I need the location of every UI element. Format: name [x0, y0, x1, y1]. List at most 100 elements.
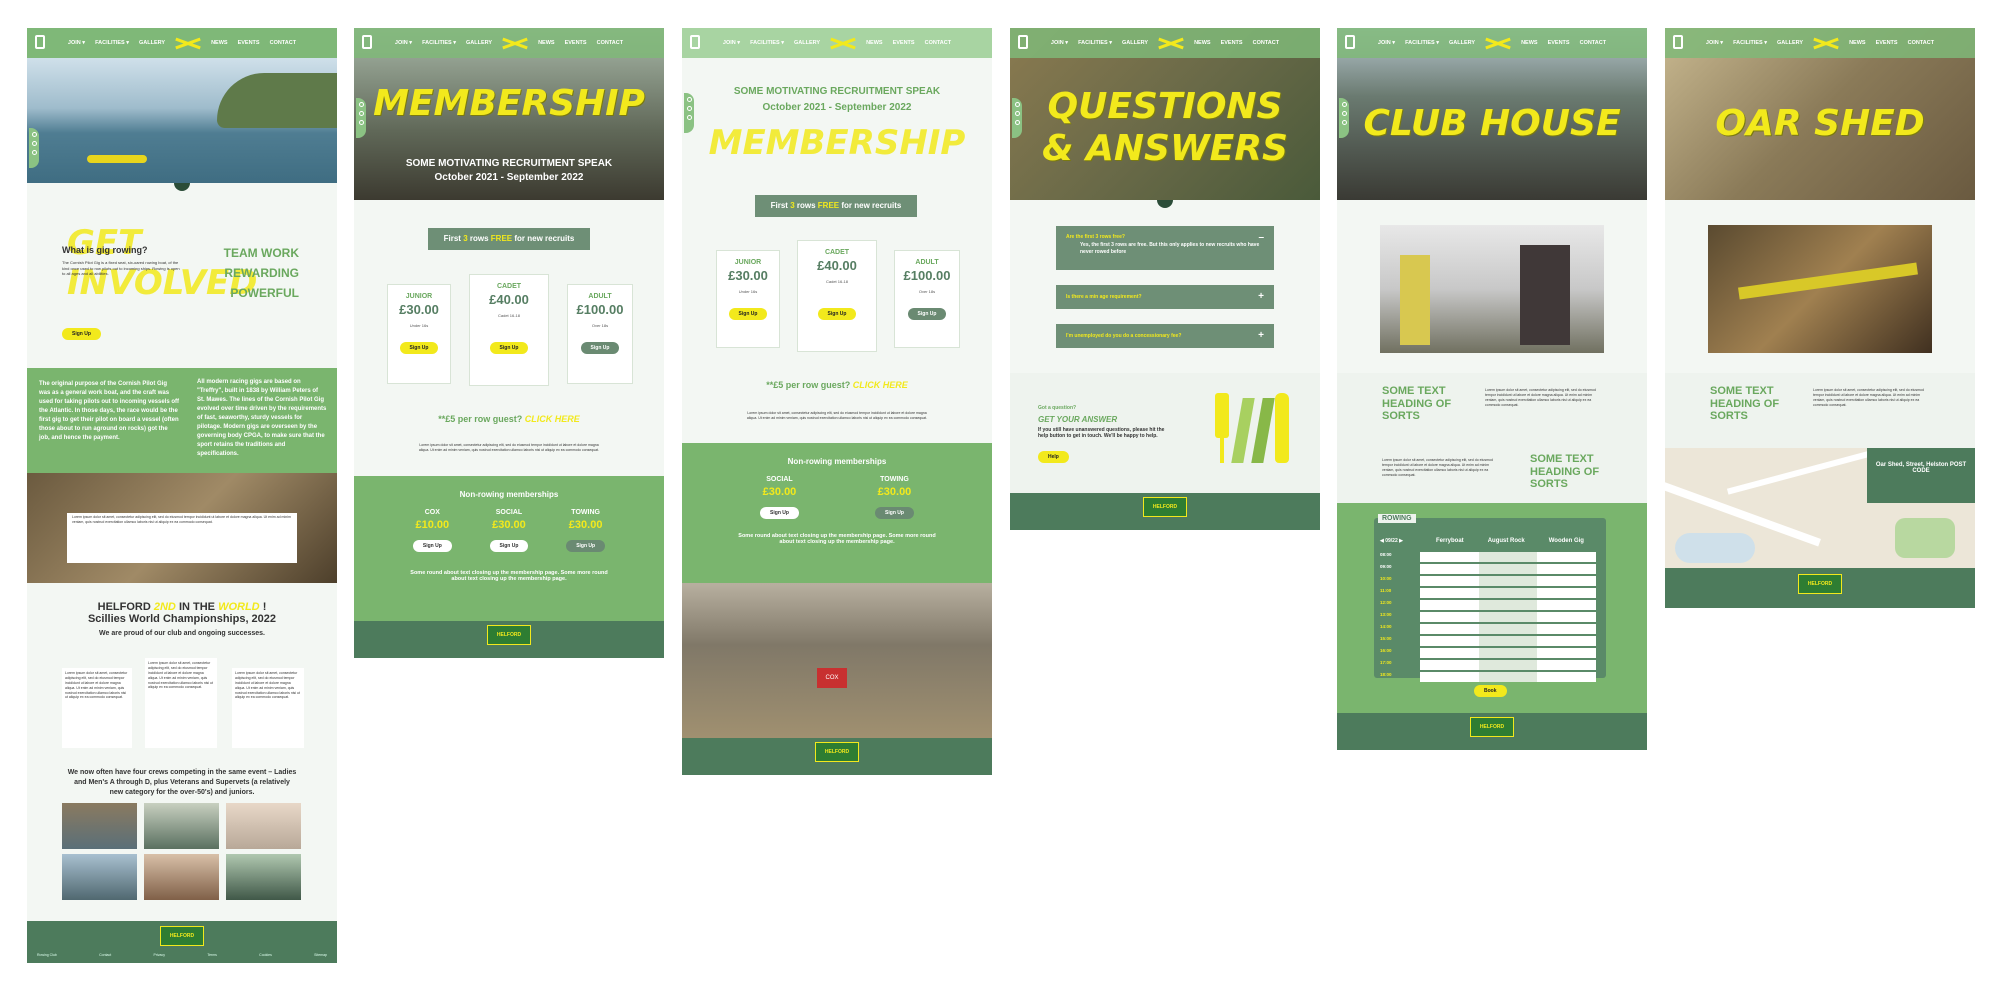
nav-contact[interactable]: CONTACT — [1908, 40, 1934, 46]
helford-badge[interactable]: HELFORD — [1798, 574, 1842, 594]
helford-badge[interactable]: HELFORD — [487, 625, 531, 645]
crossed-oars-logo-icon[interactable] — [502, 35, 528, 51]
nav-events[interactable]: EVENTS — [238, 40, 260, 46]
booking-cell[interactable] — [1537, 576, 1597, 586]
nav-gallery[interactable]: GALLERY — [1777, 40, 1803, 46]
location-map[interactable]: Oar Shed, Street, Helston POST CODE — [1665, 448, 1975, 568]
booking-cell[interactable] — [1420, 552, 1479, 562]
booking-cell[interactable] — [1478, 576, 1538, 586]
booking-cell[interactable] — [1478, 612, 1538, 622]
nav-gallery[interactable]: GALLERY — [794, 40, 820, 46]
cadet-signup-button[interactable]: Sign Up — [489, 342, 529, 354]
cadet-signup-button[interactable]: Sign Up — [817, 308, 857, 320]
junior-signup-button[interactable]: Sign Up — [399, 342, 439, 354]
booking-cell[interactable] — [1537, 636, 1597, 646]
crossed-oars-logo-icon[interactable] — [175, 35, 201, 51]
faq-item[interactable]: I'm unemployed do you do a concessionary… — [1056, 324, 1274, 348]
towing-signup-button[interactable]: Sign Up — [566, 540, 606, 552]
crossed-oars-logo-icon[interactable] — [1485, 35, 1511, 51]
booking-cell[interactable] — [1537, 600, 1597, 610]
nav-news[interactable]: NEWS — [211, 40, 228, 46]
booking-cell[interactable] — [1537, 612, 1597, 622]
booking-cell[interactable] — [1420, 636, 1479, 646]
signup-button[interactable]: Sign Up — [62, 328, 101, 340]
nav-news[interactable]: NEWS — [866, 40, 883, 46]
booking-cell[interactable] — [1420, 612, 1479, 622]
gallery-photo-4[interactable] — [62, 854, 137, 900]
nav-news[interactable]: NEWS — [1849, 40, 1866, 46]
booking-cell[interactable] — [1420, 648, 1479, 658]
booking-cell[interactable] — [1420, 660, 1479, 670]
help-button[interactable]: Help — [1038, 451, 1069, 463]
booking-cell[interactable] — [1478, 660, 1538, 670]
nav-events[interactable]: EVENTS — [893, 40, 915, 46]
collapse-icon[interactable]: – — [1258, 226, 1264, 250]
social-side-bar[interactable] — [1339, 98, 1349, 138]
expand-icon[interactable]: + — [1258, 285, 1264, 309]
social-signup-button[interactable]: Sign Up — [489, 540, 529, 552]
club-logo-icon[interactable] — [362, 35, 372, 49]
booking-cell[interactable] — [1537, 624, 1597, 634]
rowing-tab[interactable]: ROWING — [1378, 514, 1416, 523]
nav-contact[interactable]: CONTACT — [925, 40, 951, 46]
adult-signup-button[interactable]: Sign Up — [580, 342, 620, 354]
club-logo-icon[interactable] — [1018, 35, 1028, 49]
nav-gallery[interactable]: GALLERY — [466, 40, 492, 46]
expand-icon[interactable]: + — [1258, 324, 1264, 348]
nav-events[interactable]: EVENTS — [1876, 40, 1898, 46]
booking-cell[interactable] — [1420, 600, 1479, 610]
time-slot-row[interactable]: 14:00 — [1380, 624, 1597, 634]
nav-join[interactable]: JOIN ▾ — [1378, 40, 1395, 46]
booking-cell[interactable] — [1478, 672, 1538, 682]
guest-click-here-link[interactable]: CLICK HERE — [525, 414, 580, 424]
footer-link[interactable]: Privacy — [154, 953, 165, 957]
footer-link[interactable]: Rowing Club — [37, 953, 57, 957]
nav-facilities[interactable]: FACILITIES ▾ — [1405, 40, 1439, 46]
booking-cell[interactable] — [1478, 648, 1538, 658]
booking-cell[interactable] — [1478, 636, 1538, 646]
club-logo-icon[interactable] — [690, 35, 700, 49]
social-side-bar[interactable] — [29, 128, 39, 168]
social-side-bar[interactable] — [356, 98, 366, 138]
junior-signup-button[interactable]: Sign Up — [728, 308, 768, 320]
nav-events[interactable]: EVENTS — [1221, 40, 1243, 46]
booking-cell[interactable] — [1537, 648, 1597, 658]
gallery-photo-1[interactable] — [62, 803, 137, 849]
date-picker[interactable]: ◀ 09/22 ▶ — [1380, 538, 1420, 544]
nav-facilities[interactable]: FACILITIES ▾ — [1078, 40, 1112, 46]
nav-join[interactable]: JOIN ▾ — [1051, 40, 1068, 46]
booking-cell[interactable] — [1537, 552, 1597, 562]
helford-badge[interactable]: HELFORD — [160, 926, 204, 946]
crossed-oars-logo-icon[interactable] — [1813, 35, 1839, 51]
booking-cell[interactable] — [1420, 576, 1479, 586]
booking-cell[interactable] — [1537, 588, 1597, 598]
booking-cell[interactable] — [1478, 564, 1538, 574]
faq-item[interactable]: Is there a min age requirement? + — [1056, 285, 1274, 309]
nav-contact[interactable]: CONTACT — [1580, 40, 1606, 46]
club-logo-icon[interactable] — [1345, 35, 1355, 49]
gallery-photo-2[interactable] — [144, 803, 219, 849]
helford-badge[interactable]: HELFORD — [1143, 497, 1187, 517]
time-slot-row[interactable]: 09:00 — [1380, 564, 1597, 574]
nav-events[interactable]: EVENTS — [1548, 40, 1570, 46]
time-slot-row[interactable]: 16:00 — [1380, 648, 1597, 658]
social-signup-button[interactable]: Sign Up — [760, 507, 799, 519]
helford-badge[interactable]: HELFORD — [815, 742, 859, 762]
time-slot-row[interactable]: 13:00 — [1380, 612, 1597, 622]
nav-events[interactable]: EVENTS — [565, 40, 587, 46]
footer-link[interactable]: Contact — [99, 953, 111, 957]
nav-contact[interactable]: CONTACT — [1253, 40, 1279, 46]
scroll-down-tab[interactable] — [174, 183, 190, 191]
booking-cell[interactable] — [1537, 564, 1597, 574]
nav-news[interactable]: NEWS — [538, 40, 555, 46]
nav-join[interactable]: JOIN ▾ — [723, 40, 740, 46]
booking-cell[interactable] — [1478, 588, 1538, 598]
gallery-photo-3[interactable] — [226, 803, 301, 849]
nav-gallery[interactable]: GALLERY — [1449, 40, 1475, 46]
nav-facilities[interactable]: FACILITIES ▾ — [422, 40, 456, 46]
footer-link[interactable]: Terms — [207, 953, 217, 957]
booking-cell[interactable] — [1478, 600, 1538, 610]
booking-cell[interactable] — [1420, 564, 1479, 574]
time-slot-row[interactable]: 18:00 — [1380, 672, 1597, 682]
nav-gallery[interactable]: GALLERY — [139, 40, 165, 46]
